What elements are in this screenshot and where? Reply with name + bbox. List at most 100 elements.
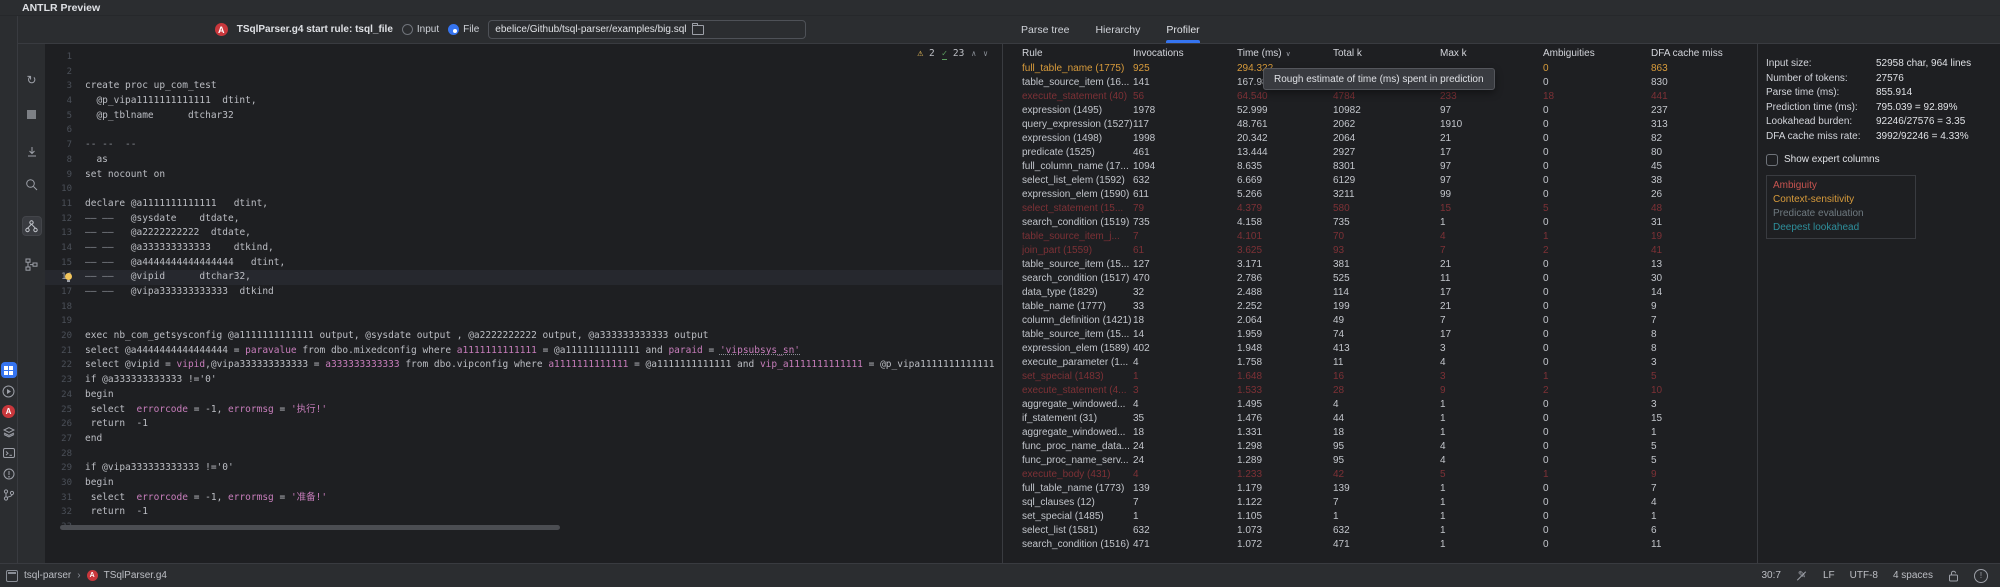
problems-icon[interactable] [1, 466, 16, 481]
file-radio[interactable]: File [448, 24, 479, 35]
cell-inv: 14 [1133, 328, 1237, 342]
table-row[interactable]: aggregate_windowed...41.4954103 [1003, 398, 1757, 412]
checkbox-icon[interactable] [1766, 154, 1778, 166]
horizontal-scrollbar[interactable] [60, 525, 560, 530]
hierarchy-view-icon[interactable] [22, 254, 42, 274]
table-row[interactable]: func_proc_name_data...241.29895405 [1003, 440, 1757, 454]
breadcrumb-file[interactable]: TSqlParser.g4 [104, 570, 167, 581]
table-row[interactable]: sql_clauses (12)71.1227104 [1003, 496, 1757, 510]
table-row[interactable]: set_special (1483)11.64816315 [1003, 370, 1757, 384]
tab-hierarchy[interactable]: Hierarchy [1095, 16, 1140, 43]
notification-icon[interactable]: ! [1974, 569, 1988, 583]
column-header-rule[interactable]: Rule [1022, 48, 1133, 59]
tab-parse-tree[interactable]: Parse tree [1021, 16, 1069, 43]
cell-max: 1 [1440, 426, 1543, 440]
file-encoding[interactable]: UTF-8 [1850, 570, 1878, 581]
column-header-max-k[interactable]: Max k [1440, 48, 1543, 59]
table-row[interactable]: full_column_name (17...10948.63583019704… [1003, 160, 1757, 174]
cell-name: expression (1498) [1022, 132, 1133, 146]
table-row[interactable]: execute_statement (4...31.533289210 [1003, 384, 1757, 398]
refresh-icon[interactable]: ↻ [22, 70, 42, 90]
inspections-widget[interactable]: ⚠ 2 ✓ 23 ∧ ∨ [917, 48, 988, 59]
code-line: 22select @vipid = vipid,@vipa33333333333… [45, 358, 1002, 373]
lightbulb-icon[interactable] [65, 273, 73, 283]
cell-amb: 0 [1543, 328, 1651, 342]
table-row[interactable]: expression_elem (1590)6115.266321199026 [1003, 188, 1757, 202]
cell-total: 18 [1333, 426, 1440, 440]
column-header-total-k[interactable]: Total k [1333, 48, 1440, 59]
breadcrumb-project[interactable]: tsql-parser [24, 570, 71, 581]
cell-name: execute_statement (4... [1022, 384, 1133, 398]
search-icon[interactable] [22, 174, 42, 194]
caret-position[interactable]: 30:7 [1761, 570, 1780, 581]
column-header-dfa-cache-miss[interactable]: DFA cache miss [1651, 48, 1757, 59]
table-row[interactable]: table_source_item (15...141.959741708 [1003, 328, 1757, 342]
run-icon[interactable] [1, 384, 16, 399]
cell-max: 3 [1440, 342, 1543, 356]
table-row[interactable]: expression (1495)197852.99910982970237 [1003, 104, 1757, 118]
code-editor[interactable]: 123create proc up_com_test4 @p_vipa11111… [45, 44, 1003, 563]
table-row[interactable]: aggregate_windowed...181.33118101 [1003, 426, 1757, 440]
cell-inv: 141 [1133, 76, 1237, 90]
unlock-icon[interactable] [1948, 570, 1959, 582]
git-branch-icon[interactable] [1, 487, 16, 502]
readonly-pen-icon[interactable]: ✎ [1796, 570, 1808, 582]
column-header-invocations[interactable]: Invocations [1133, 48, 1237, 59]
table-row[interactable]: search_condition (1519)7354.1587351031 [1003, 216, 1757, 230]
export-icon[interactable] [22, 142, 42, 162]
table-row[interactable]: select_list_elem (1592)6326.669612997038 [1003, 174, 1757, 188]
terminal-icon[interactable] [1, 445, 16, 460]
table-row[interactable]: func_proc_name_serv...241.28995405 [1003, 454, 1757, 468]
table-row[interactable]: execute_parameter (1...41.75811403 [1003, 356, 1757, 370]
code-line: 32 return -1 [45, 505, 1002, 520]
table-row[interactable]: select_statement (15...794.37958015548 [1003, 202, 1757, 216]
stop-icon[interactable] [22, 104, 42, 124]
indent-setting[interactable]: 4 spaces [1893, 570, 1933, 581]
folder-icon[interactable] [692, 25, 704, 35]
cell-name: expression (1495) [1022, 104, 1133, 118]
chevron-down-icon[interactable]: ∨ [983, 49, 988, 58]
cell-dfa: 11 [1651, 538, 1757, 552]
breadcrumb-separator: › [77, 570, 80, 581]
show-expert-columns-label: Show expert columns [1784, 154, 1880, 165]
table-row[interactable]: set_special (1485)11.1051101 [1003, 510, 1757, 524]
table-row[interactable]: query_expression (1527)11748.76120621910… [1003, 118, 1757, 132]
line-separator[interactable]: LF [1823, 570, 1835, 581]
table-row[interactable]: table_source_item (15...1273.17138121013 [1003, 258, 1757, 272]
column-header-ambiguities[interactable]: Ambiguities [1543, 48, 1651, 59]
antlr-stripe-icon[interactable]: A [2, 405, 15, 418]
breadcrumb[interactable]: tsql-parser › A TSqlParser.g4 [6, 570, 167, 582]
table-row[interactable]: expression_elem (1589)4021.948413308 [1003, 342, 1757, 356]
layers-icon[interactable] [1, 424, 16, 439]
file-path-input[interactable]: ebelice/Github/tsql-parser/examples/big.… [488, 20, 806, 39]
parse-tree-view-icon[interactable] [22, 216, 42, 236]
cell-inv: 35 [1133, 412, 1237, 426]
table-row[interactable]: data_type (1829)322.48811417014 [1003, 286, 1757, 300]
code-line: 8 as [45, 153, 1002, 168]
cell-amb: 0 [1543, 132, 1651, 146]
column-header-time-ms-[interactable]: Time (ms)∨ [1237, 48, 1333, 59]
table-row[interactable]: search_condition (1516)4711.0724711011 [1003, 538, 1757, 552]
table-row[interactable]: execute_body (431)41.23342519 [1003, 468, 1757, 482]
table-row[interactable]: column_definition (1421)182.06449707 [1003, 314, 1757, 328]
table-row[interactable]: if_statement (31)351.476441015 [1003, 412, 1757, 426]
table-row[interactable]: expression (1498)199820.342206421082 [1003, 132, 1757, 146]
table-row[interactable]: select_list (1581)6321.073632106 [1003, 524, 1757, 538]
code-text: exec nb_com_getsysconfig @a1111111111111… [72, 329, 708, 344]
input-radio[interactable]: Input [402, 24, 439, 35]
cell-dfa: 863 [1651, 62, 1757, 76]
table-row[interactable]: predicate (1525)46113.444292717080 [1003, 146, 1757, 160]
table-row[interactable]: execute_statement (40)5664.5404784233184… [1003, 90, 1757, 104]
cell-time: 4.158 [1237, 216, 1333, 230]
table-row[interactable]: table_name (1777)332.2521992109 [1003, 300, 1757, 314]
show-expert-columns-row[interactable]: Show expert columns [1766, 152, 2000, 168]
table-row[interactable]: join_part (1559)613.625937241 [1003, 244, 1757, 258]
table-row[interactable]: full_table_name (1773)1391.179139107 [1003, 482, 1757, 496]
tab-profiler[interactable]: Profiler [1166, 16, 1199, 43]
chevron-up-icon[interactable]: ∧ [971, 49, 976, 58]
table-row[interactable]: search_condition (1517)4702.78652511030 [1003, 272, 1757, 286]
preview-active-icon[interactable] [1, 362, 17, 378]
cell-inv: 402 [1133, 342, 1237, 356]
table-row[interactable]: table_source_item_j...74.101704119 [1003, 230, 1757, 244]
cell-amb: 0 [1543, 62, 1651, 76]
